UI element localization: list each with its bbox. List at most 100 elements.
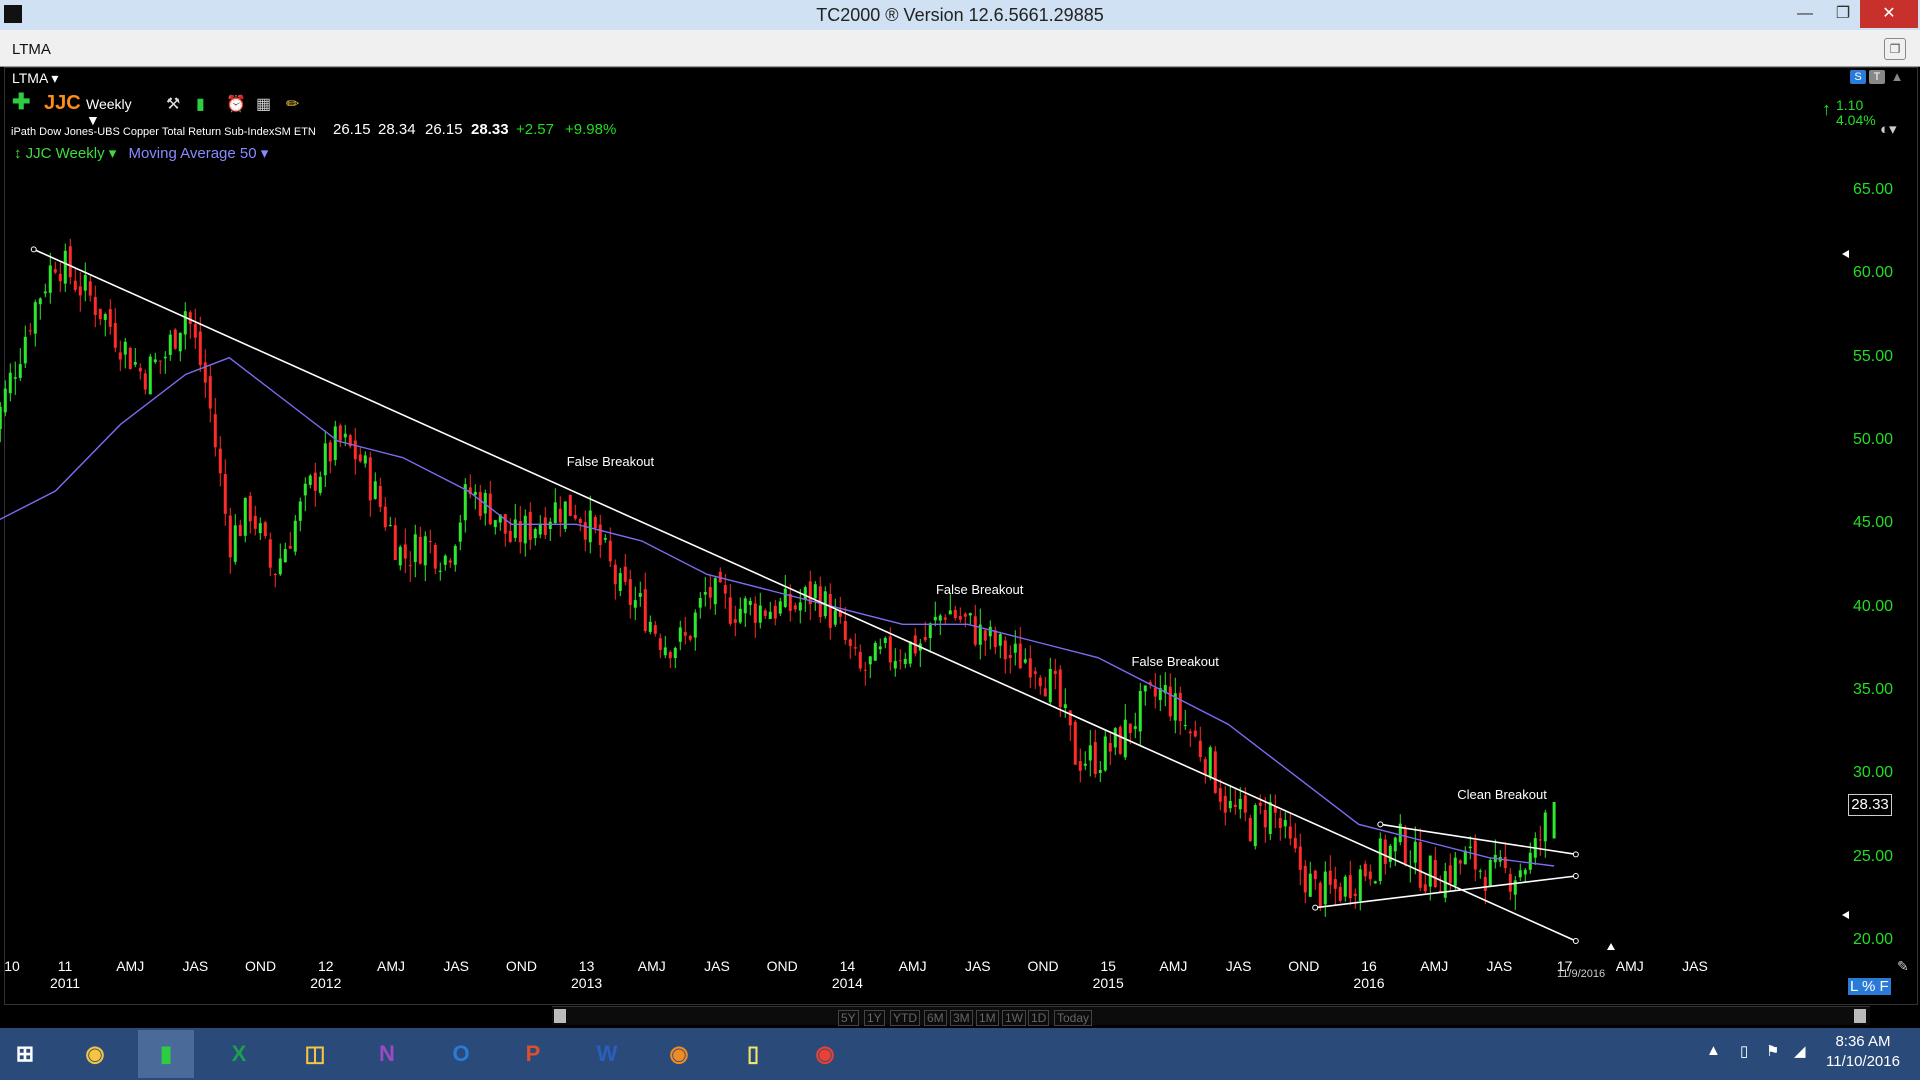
chart-annotation[interactable]: False Breakout bbox=[567, 454, 654, 469]
price-candle bbox=[978, 608, 982, 660]
price-candle bbox=[783, 575, 787, 609]
price-candle bbox=[703, 576, 707, 607]
price-candle bbox=[1463, 846, 1467, 865]
flag-icon[interactable]: ⚑ bbox=[1766, 1042, 1779, 1060]
battery-icon[interactable]: ▯ bbox=[1740, 1042, 1748, 1060]
timeframe-button[interactable]: YTD bbox=[890, 1010, 920, 1026]
price-candle bbox=[948, 594, 952, 615]
scroll-left-handle[interactable] bbox=[554, 1009, 566, 1023]
timeframe-button[interactable]: 1M bbox=[976, 1010, 999, 1026]
symbol-input[interactable]: JJC bbox=[44, 92, 81, 115]
timeframe-button[interactable]: 3M bbox=[950, 1010, 973, 1026]
trend-line-handle[interactable] bbox=[1572, 851, 1579, 858]
word-app-icon[interactable]: W bbox=[582, 1030, 632, 1078]
timeframe-button[interactable]: 1Y bbox=[864, 1010, 885, 1026]
trend-line-handle[interactable] bbox=[1377, 821, 1384, 828]
price-candle bbox=[538, 515, 542, 539]
x-axis-label: OND bbox=[766, 958, 798, 974]
timeframe-button[interactable]: 5Y bbox=[838, 1010, 859, 1026]
tc2000-app-icon[interactable]: ▮ bbox=[138, 1030, 194, 1078]
onenote-app-icon[interactable]: N bbox=[362, 1030, 412, 1078]
layout-dropdown[interactable]: LTMA ▾ bbox=[12, 70, 58, 87]
price-candle bbox=[73, 268, 77, 293]
interval-label: Weekly bbox=[86, 96, 132, 112]
calculator-icon[interactable]: ▦ bbox=[256, 94, 271, 114]
price-candle bbox=[1303, 859, 1307, 904]
price-candle bbox=[893, 648, 897, 677]
draw-pencil-icon[interactable]: ✎ bbox=[1897, 958, 1909, 975]
system-clock[interactable]: 8:36 AM 11/10/2016 bbox=[1826, 1032, 1900, 1072]
price-candle bbox=[53, 261, 57, 275]
price-candle bbox=[313, 462, 317, 507]
price-candle bbox=[1503, 842, 1507, 874]
add-icon[interactable]: ✚ bbox=[12, 89, 30, 115]
firefox-app-icon[interactable]: ◉ bbox=[654, 1030, 704, 1078]
price-candle bbox=[438, 562, 442, 581]
price-candle bbox=[1228, 784, 1232, 813]
price-candle bbox=[1018, 627, 1022, 669]
price-candle bbox=[478, 484, 482, 520]
price-candle bbox=[33, 299, 37, 347]
price-candle bbox=[623, 553, 627, 586]
y-axis-label: 55.00 bbox=[1853, 347, 1894, 365]
timeframe-button[interactable]: Today bbox=[1054, 1010, 1093, 1026]
price-series-legend[interactable]: ↕ JJC Weekly ▾ bbox=[14, 145, 116, 162]
scale-buttons[interactable]: L % F bbox=[1848, 978, 1891, 995]
price-candle bbox=[1333, 866, 1337, 906]
moving-average-legend[interactable]: Moving Average 50 ▾ bbox=[128, 145, 268, 162]
s-toggle-button[interactable]: S bbox=[1850, 70, 1866, 84]
t-toggle-button[interactable]: T bbox=[1869, 70, 1885, 84]
x-axis-label: 14 bbox=[839, 958, 856, 974]
price-candle bbox=[1008, 645, 1012, 674]
chart-annotation[interactable]: Clean Breakout bbox=[1457, 787, 1547, 802]
chart-annotation[interactable]: False Breakout bbox=[1131, 654, 1218, 669]
price-candle bbox=[353, 427, 357, 475]
timeframe-button[interactable]: 6M bbox=[924, 1010, 947, 1026]
trend-line[interactable] bbox=[33, 248, 1577, 942]
last-price-candle bbox=[1552, 802, 1556, 839]
pencil-icon[interactable]: ✏ bbox=[286, 94, 299, 114]
trend-line-handle[interactable] bbox=[1312, 904, 1319, 911]
interval-dropdown[interactable]: Weekly ▼ bbox=[86, 96, 132, 128]
scroll-right-handle[interactable] bbox=[1854, 1009, 1866, 1023]
outlook-app-icon[interactable]: O bbox=[436, 1030, 486, 1078]
trend-line-handle[interactable] bbox=[1572, 873, 1579, 879]
price-candle bbox=[898, 649, 902, 670]
timeframe-button[interactable]: 1W bbox=[1002, 1010, 1026, 1026]
price-candle bbox=[1238, 787, 1242, 819]
price-candle bbox=[1423, 873, 1427, 894]
time-scrollbar[interactable] bbox=[552, 1006, 1870, 1025]
powerpoint-app-icon[interactable]: P bbox=[508, 1030, 558, 1078]
price-candle bbox=[1348, 860, 1352, 906]
sticky-notes-icon[interactable]: ▯ bbox=[728, 1030, 778, 1078]
price-candle bbox=[1293, 823, 1297, 853]
tray-chevron-icon[interactable]: ▲ bbox=[1706, 1042, 1721, 1059]
color-palette-icon[interactable]: ◐▾ bbox=[1880, 120, 1897, 138]
file-explorer-icon[interactable]: ◫ bbox=[290, 1030, 340, 1078]
timeframe-button[interactable]: 1D bbox=[1028, 1010, 1050, 1026]
windows-taskbar: ⊞ ◉ ▮ X ◫ N O P W ◉ ▯ ◉ ▲ ▯ ⚑ ◢ 8:36 AM … bbox=[0, 1028, 1920, 1080]
price-candle bbox=[908, 641, 912, 668]
price-candle bbox=[1288, 813, 1292, 846]
paint-app-icon[interactable]: ◉ bbox=[70, 1030, 120, 1078]
chart-style-icon[interactable]: ▮ bbox=[196, 94, 205, 114]
price-candle bbox=[1278, 810, 1282, 841]
price-candle bbox=[563, 501, 567, 532]
price-candle bbox=[328, 440, 332, 474]
excel-app-icon[interactable]: X bbox=[214, 1030, 264, 1078]
price-candle bbox=[1183, 710, 1187, 730]
trend-line-handle[interactable] bbox=[1572, 938, 1579, 944]
price-candle bbox=[38, 297, 42, 320]
price-candle bbox=[743, 596, 747, 627]
price-candle bbox=[823, 586, 827, 619]
scroll-up-icon[interactable]: ▲ bbox=[1889, 70, 1905, 84]
network-icon[interactable]: ◢ bbox=[1794, 1042, 1806, 1060]
windows-start-icon[interactable]: ⊞ bbox=[0, 1030, 50, 1078]
tools-icon[interactable]: ⚒ bbox=[166, 94, 180, 114]
price-chart[interactable] bbox=[0, 0, 1920, 1080]
chrome-app-icon[interactable]: ◉ bbox=[800, 1030, 850, 1078]
trend-line-handle[interactable] bbox=[30, 246, 37, 253]
alarm-clock-icon[interactable]: ⏰ bbox=[226, 94, 246, 114]
price-candle bbox=[338, 423, 342, 448]
chart-annotation[interactable]: False Breakout bbox=[936, 582, 1023, 597]
